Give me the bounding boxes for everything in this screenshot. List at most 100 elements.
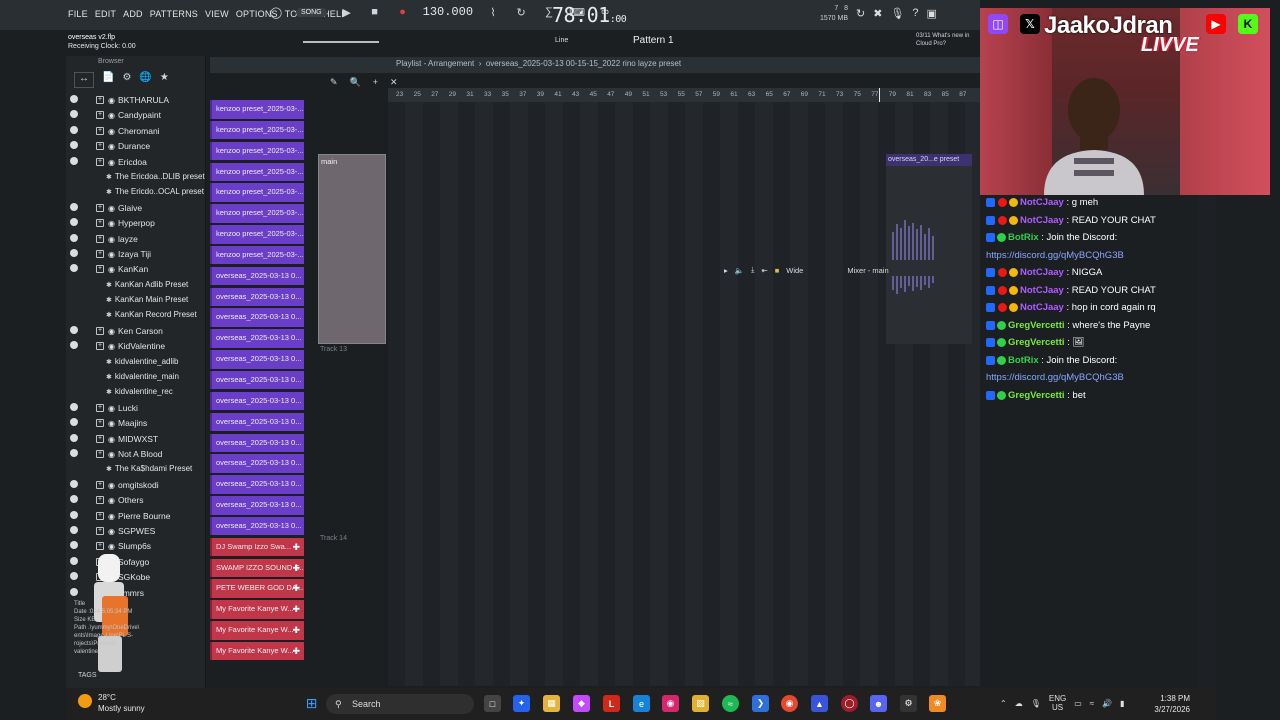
channel-button[interactable]: overseas_2025-03-13 0... — [210, 433, 304, 452]
channel-button[interactable]: overseas_2025-03-13 0... — [210, 350, 304, 369]
browser-folder-item[interactable]: + Lucki — [66, 402, 206, 417]
channel-button[interactable]: kenzoo preset_2025-03-... — [210, 120, 304, 140]
folder-expand-icon[interactable]: + — [96, 342, 104, 351]
mixer-target[interactable]: Mixer - main — [847, 266, 888, 275]
tray-cloud-icon[interactable]: ☁ — [1015, 699, 1023, 708]
channel-button[interactable]: My Favorite Kanye W... — [210, 641, 304, 661]
browser-folder-item[interactable]: + Pierre Bourne — [66, 510, 206, 525]
channel-button[interactable]: overseas_2025-03-13 0... — [210, 496, 304, 515]
tray-chevron-icon[interactable]: ⌃ — [1000, 699, 1007, 708]
menu-file[interactable]: FILE — [68, 9, 88, 19]
chat-username[interactable]: NotCJaay — [1020, 215, 1064, 226]
browser-folder-item[interactable]: + Izaya Tiji — [66, 248, 206, 263]
pattern-selector[interactable]: Pattern 1 — [633, 35, 674, 46]
browser-preset-item[interactable]: KanKan Adlib Preset — [66, 279, 206, 294]
channel-button[interactable]: overseas_2025-03-13 0... — [210, 475, 304, 494]
folder-expand-icon[interactable]: + — [96, 449, 104, 458]
arrow-right-icon[interactable]: ▸ — [724, 266, 728, 275]
folder-expand-icon[interactable]: + — [96, 142, 104, 151]
channel-button[interactable]: overseas_2025-03-13 0... — [210, 454, 304, 473]
close-x-icon[interactable]: ✖ — [873, 7, 882, 20]
window-icon[interactable]: ▣ — [927, 7, 937, 20]
snap-selector[interactable]: Line — [555, 37, 568, 44]
menu-edit[interactable]: EDIT — [95, 9, 116, 19]
stereo-mode[interactable]: Wide — [786, 266, 803, 275]
chat-username[interactable]: GregVercetti — [1008, 320, 1065, 331]
browser-star-icon[interactable]: ★ — [160, 72, 169, 88]
browser-folder-item[interactable]: + Durance — [66, 140, 206, 155]
browser-preset-item[interactable]: KanKan Main Preset — [66, 294, 206, 309]
timeline-ruler[interactable]: 23 25 27 29 31 33 35 37 39 41 43 45 47 49 51 53 55 57 59 61… — [388, 88, 980, 102]
channel-button[interactable]: kenzoo preset_2025-03-... — [210, 225, 304, 244]
weather-widget[interactable]: 28°C Mostly sunny — [78, 692, 145, 714]
battery-icon[interactable]: ▮ — [1120, 699, 1124, 708]
audio-clip-main[interactable]: main — [318, 154, 386, 344]
folder-expand-icon[interactable]: + — [96, 265, 104, 274]
folder-expand-icon[interactable]: + — [96, 434, 104, 443]
channel-button[interactable]: DJ Swamp Izzo Swa... — [210, 537, 304, 557]
chat-username[interactable]: GregVercetti — [1008, 337, 1065, 348]
spotify-icon[interactable]: ≈ — [722, 695, 739, 712]
browser-plugins-icon[interactable]: ⚙ — [122, 72, 131, 88]
route-icon[interactable]: ⇤ — [761, 266, 767, 275]
channel-button[interactable]: overseas_2025-03-13 0... — [210, 308, 304, 327]
folder-icon[interactable]: ■ — [775, 266, 780, 275]
song-mode-toggle[interactable]: SONG — [296, 7, 327, 17]
chat-username[interactable]: NotCJaay — [1020, 302, 1064, 313]
channel-button[interactable]: overseas_2025-03-13 0... — [210, 412, 304, 432]
help-icon[interactable]: ? — [912, 7, 918, 20]
vscode-icon[interactable]: ❯ — [752, 695, 769, 712]
windows-start-icon[interactable]: ⊞ — [303, 695, 320, 712]
chat-username[interactable]: NotCJaay — [1020, 197, 1064, 208]
channel-button[interactable]: kenzoo preset_2025-03-... — [210, 204, 304, 223]
folder-expand-icon[interactable]: + — [96, 96, 104, 104]
track-14-label[interactable]: Track 14 — [320, 535, 347, 542]
browser-preset-item[interactable]: The Ericdoa..DLIB preset — [66, 171, 206, 186]
folder-app-icon[interactable]: ▧ — [692, 695, 709, 712]
channel-button[interactable]: My Favorite Kanye W... — [210, 600, 304, 619]
browser-folder-item[interactable]: + Cheromani — [66, 125, 206, 140]
chat-username[interactable]: NotCJaay — [1020, 267, 1064, 278]
obs-icon[interactable]: ◯ — [841, 695, 858, 712]
folder-expand-icon[interactable]: + — [96, 203, 104, 212]
folder-expand-icon[interactable]: + — [96, 419, 104, 428]
chat-username[interactable]: NotCJaay — [1020, 285, 1064, 296]
play-icon[interactable]: ▶ — [339, 4, 355, 20]
refresh-icon[interactable]: ↻ — [856, 7, 865, 20]
folder-expand-icon[interactable]: + — [96, 326, 104, 335]
channel-button[interactable]: kenzoo preset_2025-03-... — [210, 245, 304, 265]
folder-expand-icon[interactable]: + — [96, 526, 104, 535]
browser-preset-item[interactable]: KanKan Record Preset — [66, 309, 206, 324]
browser-preset-item[interactable]: kidvalentine_adlib — [66, 356, 206, 371]
mic-icon[interactable]: 🎙 — [890, 7, 904, 20]
browser-files-icon[interactable]: 📄 — [102, 72, 114, 88]
browser-folder-item[interactable]: + KidValentine — [66, 340, 206, 355]
song-position-display[interactable]: 78:01:00 — [552, 3, 627, 27]
browser-folder-item[interactable]: + Candypaint — [66, 109, 206, 124]
loop-icon[interactable]: ↻ — [513, 4, 529, 20]
tags-label[interactable]: TAGS — [78, 672, 97, 679]
playhead-marker[interactable] — [879, 88, 880, 102]
browser-folder-item[interactable]: + Not A Blood — [66, 448, 206, 463]
channel-button[interactable]: PETE WEBER GOD DA... — [210, 579, 304, 598]
channel-button[interactable]: overseas_2025-03-13 0... — [210, 516, 304, 536]
browser-folder-item[interactable]: + Maajins — [66, 417, 206, 432]
browser-folder-item[interactable]: + KanKan — [66, 263, 206, 278]
folder-expand-icon[interactable]: + — [96, 511, 104, 520]
browser-web-icon[interactable]: 🌐 — [139, 72, 151, 88]
copilot-icon[interactable]: ✦ — [513, 695, 530, 712]
browser-collapse-icon[interactable]: ↔ — [74, 72, 94, 88]
metronome-dial-icon[interactable]: ◯ — [268, 4, 284, 20]
folder-expand-icon[interactable]: + — [96, 111, 104, 120]
wifi-icon[interactable]: ≈ — [1090, 699, 1094, 708]
folder-expand-icon[interactable]: + — [96, 249, 104, 258]
discord-link[interactable]: https://discord.gg/qMyBCQhG3B — [986, 250, 1124, 261]
browser-preset-item[interactable]: kidvalentine_main — [66, 371, 206, 386]
wait-icon[interactable]: ⌇ — [485, 4, 501, 20]
browser-folder-item[interactable]: + SGPWES — [66, 525, 206, 540]
channel-button[interactable]: kenzoo preset_2025-03-... — [210, 141, 304, 161]
browser-folder-item[interactable]: + Others — [66, 494, 206, 509]
mute-icon[interactable]: 🔈 — [735, 266, 744, 275]
channel-button[interactable]: kenzoo preset_2025-03-... — [210, 162, 304, 182]
channel-button[interactable]: overseas_2025-03-13 0... — [210, 266, 304, 286]
